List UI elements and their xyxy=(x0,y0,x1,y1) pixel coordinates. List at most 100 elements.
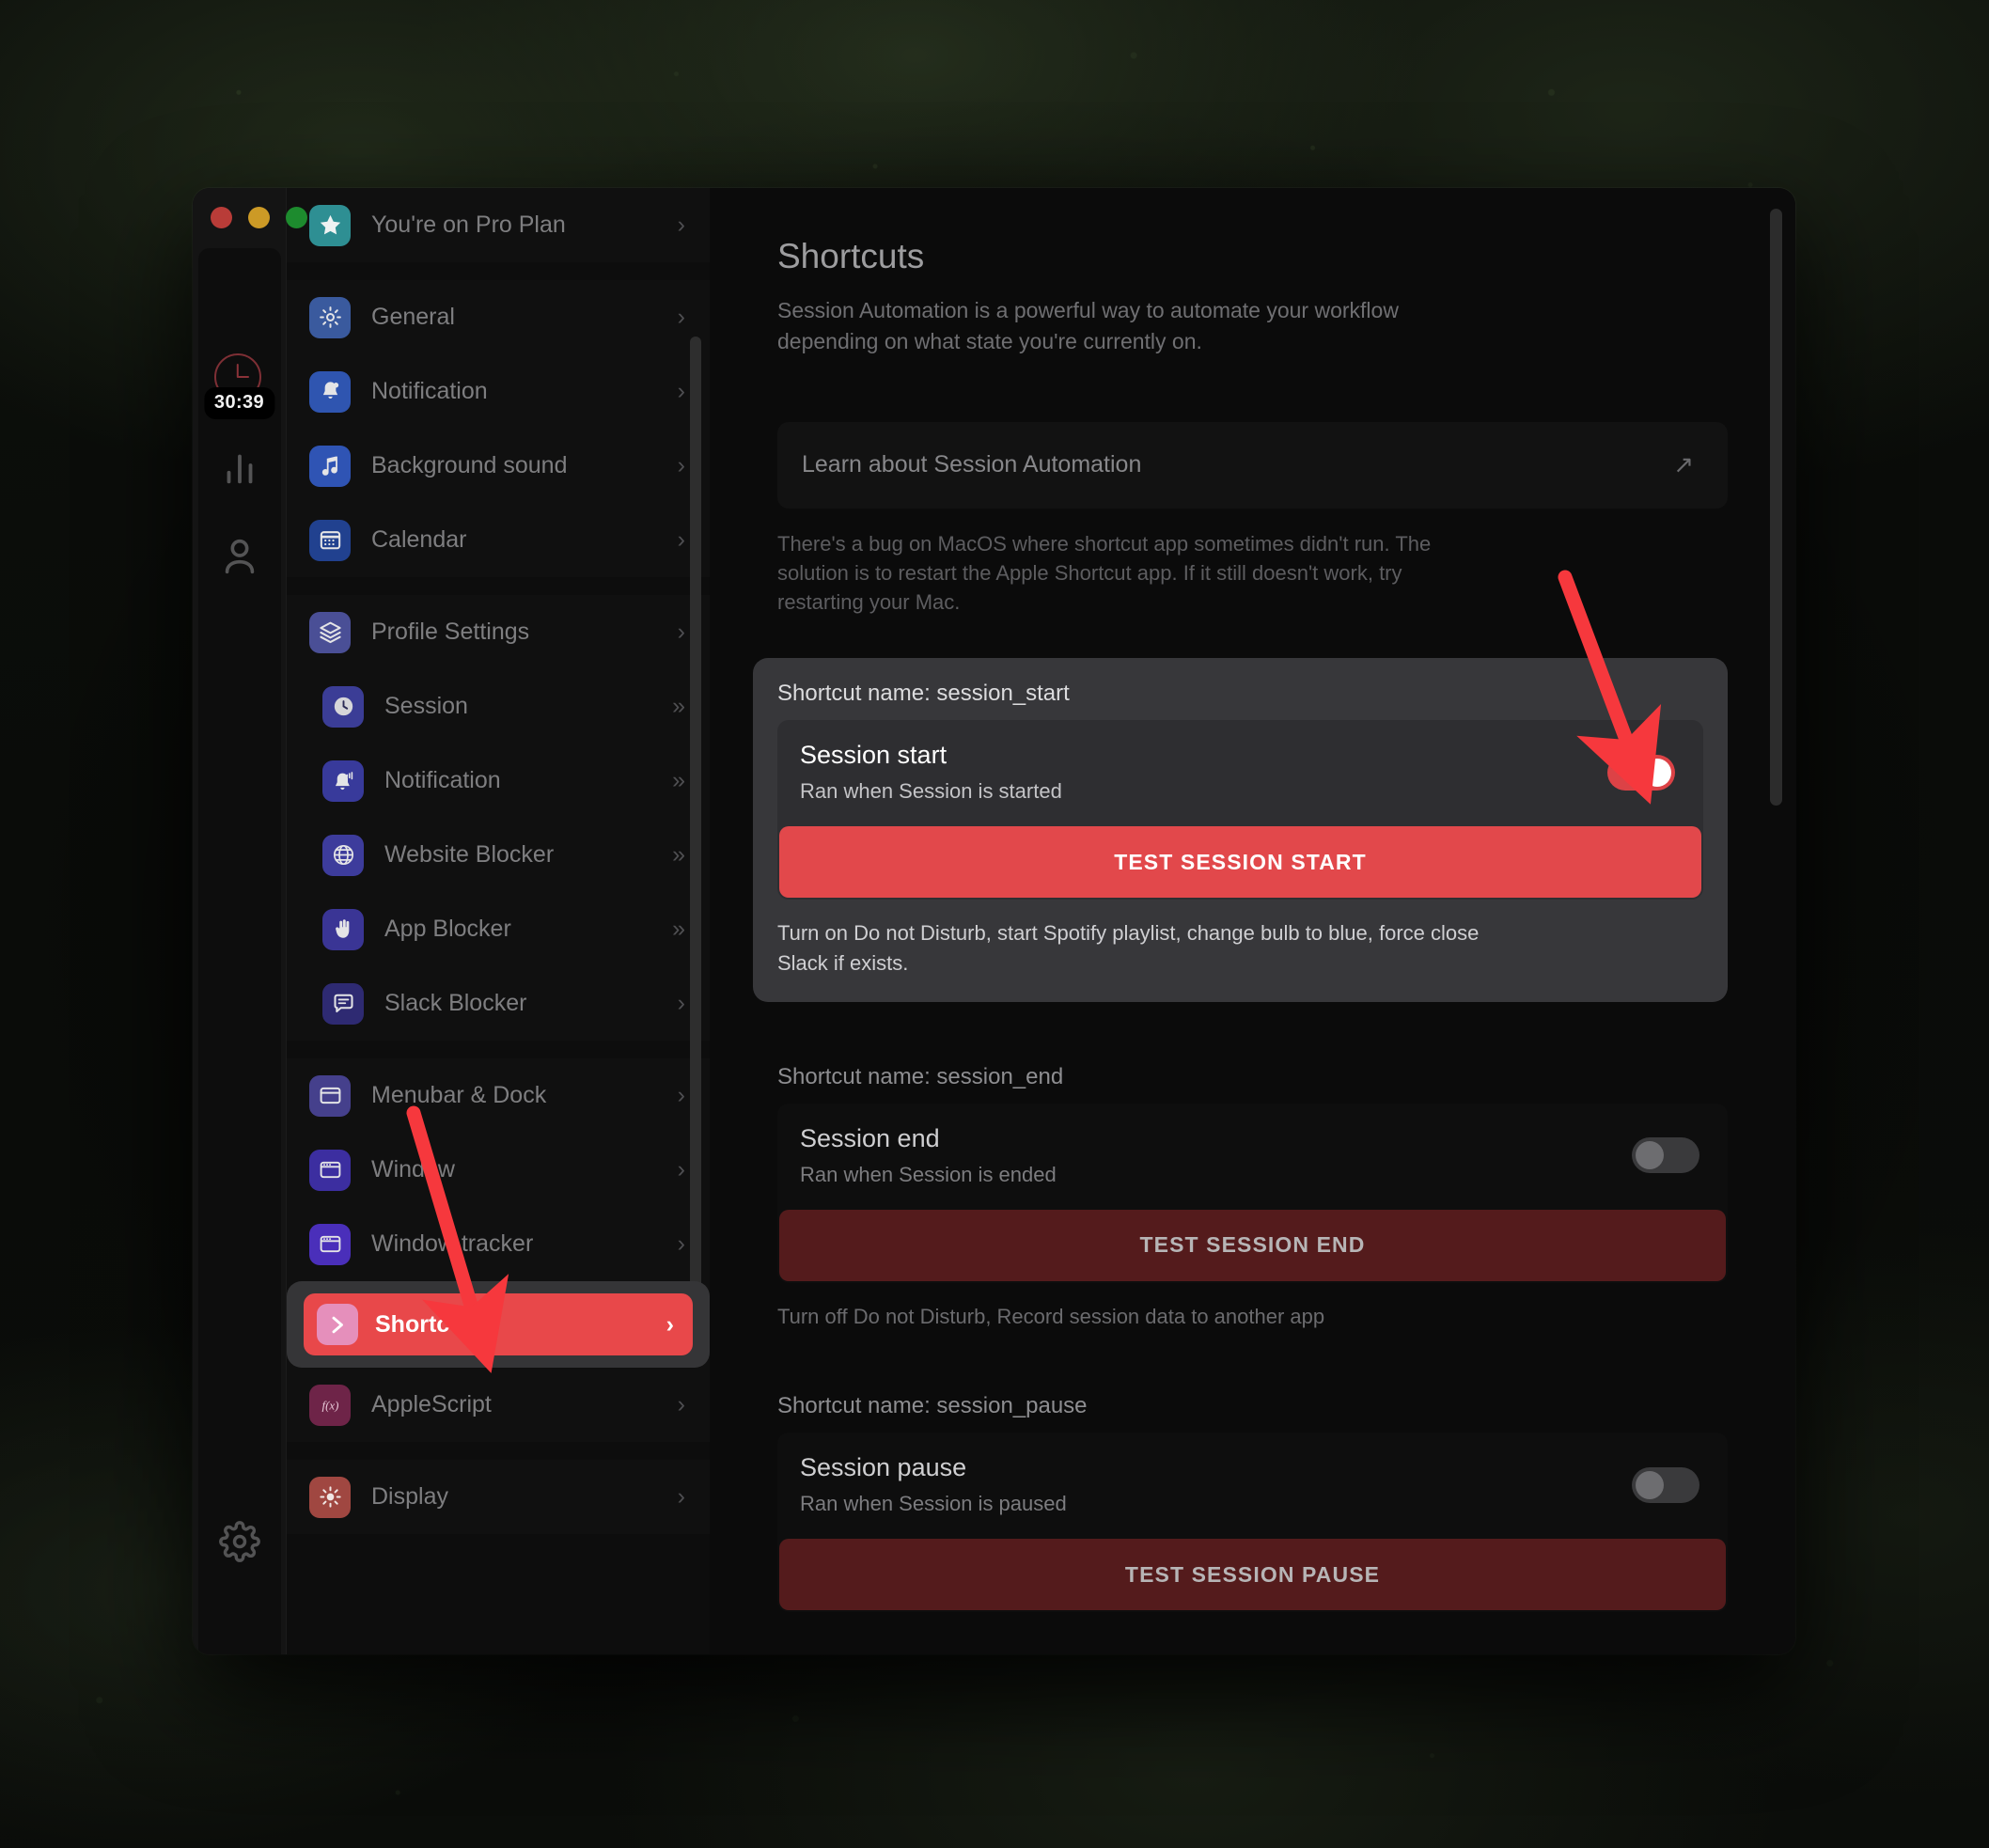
hand-stop-icon xyxy=(322,909,364,950)
sidebar-item-notification[interactable]: Notification» xyxy=(287,744,710,818)
chevron-right-icon: › xyxy=(678,1232,685,1256)
learn-card-label: Learn about Session Automation xyxy=(802,451,1141,478)
sidebar-item-label: Menubar & Dock xyxy=(371,1082,678,1109)
learn-about-session-automation-link[interactable]: Learn about Session Automation ↗ xyxy=(777,422,1728,509)
gear-settings-icon[interactable] xyxy=(219,1521,260,1562)
shortcut-title: Session end xyxy=(800,1124,1057,1153)
star-icon xyxy=(309,205,351,246)
brightness-sun-icon xyxy=(309,1477,351,1518)
shortcut-text-group: Session start Ran when Session is started xyxy=(800,741,1062,804)
sidebar-item-label: Window xyxy=(371,1156,678,1183)
sidebar-group-separator xyxy=(287,1444,710,1460)
sidebar-item-session[interactable]: Session» xyxy=(287,669,710,744)
settings-sidebar[interactable]: You're on Pro Plan›General›Notification›… xyxy=(287,188,710,1654)
sidebar-item-label: Background sound xyxy=(371,452,678,479)
sidebar-item-label: Calendar xyxy=(371,526,678,554)
shortcut-card: Session start Ran when Session is started… xyxy=(777,720,1703,900)
chevron-right-icon: » xyxy=(672,917,685,941)
sidebar-item-label: General xyxy=(371,304,678,331)
shortcut-card-row: Session start Ran when Session is started xyxy=(777,720,1703,826)
content-scrollbar[interactable] xyxy=(1770,209,1782,806)
close-window-button[interactable] xyxy=(211,207,232,228)
test-button-session-pause[interactable]: TEST SESSION PAUSE xyxy=(779,1539,1726,1610)
clock-timer-icon[interactable]: 30:39 xyxy=(214,353,265,404)
external-link-arrow-icon: ↗ xyxy=(1673,450,1694,479)
layers-icon xyxy=(309,612,351,653)
sidebar-item-shortcuts[interactable]: Shortcuts› xyxy=(304,1293,693,1355)
sidebar-item-general[interactable]: General› xyxy=(287,280,710,354)
chevron-right-icon: › xyxy=(678,305,685,329)
icon-rail: 30:39 xyxy=(193,188,287,1654)
sidebar-item-applescript[interactable]: f(x)AppleScript› xyxy=(287,1368,710,1442)
sidebar-item-menubar-dock[interactable]: Menubar & Dock› xyxy=(287,1058,710,1133)
stats-bar-chart-icon[interactable] xyxy=(218,446,261,489)
sidebar-scrollbar[interactable] xyxy=(690,337,701,1295)
main-content: Shortcuts Session Automation is a powerf… xyxy=(710,188,1795,1654)
music-note-icon xyxy=(309,446,351,487)
sidebar-group: You're on Pro Plan› xyxy=(287,188,710,262)
shortcut-name-label: Shortcut name: session_start xyxy=(777,681,1703,707)
sidebar-item-label: Website Blocker xyxy=(384,841,672,869)
sidebar-item-website-blocker[interactable]: Website Blocker» xyxy=(287,818,710,892)
shortcut-footnote: Turn on Do not Disturb, start Spotify pl… xyxy=(777,918,1520,977)
chevron-right-icon: › xyxy=(678,213,685,237)
shortcut-block-list: Shortcut name: session_start Session star… xyxy=(777,658,1728,1612)
window-icon xyxy=(309,1150,351,1191)
minimize-window-button[interactable] xyxy=(248,207,270,228)
sidebar-item-background-sound[interactable]: Background sound› xyxy=(287,429,710,503)
toggle-knob xyxy=(1643,759,1671,787)
chevron-right-icon xyxy=(317,1304,358,1345)
shortcut-enable-toggle-session-pause[interactable] xyxy=(1632,1467,1699,1503)
sidebar-group: General›Notification›Background sound›Ca… xyxy=(287,280,710,577)
sidebar-item-window[interactable]: Window› xyxy=(287,1133,710,1207)
chevron-right-icon: › xyxy=(678,992,685,1015)
zoom-window-button[interactable] xyxy=(286,207,307,228)
chevron-right-icon: › xyxy=(678,1158,685,1182)
shortcut-block-session-start: Shortcut name: session_start Session star… xyxy=(753,658,1728,1001)
sidebar-item-label: Slack Blocker xyxy=(384,990,678,1017)
test-button-session-start[interactable]: TEST SESSION START xyxy=(779,826,1701,898)
function-fx-icon: f(x) xyxy=(309,1385,351,1426)
page-description: Session Automation is a powerful way to … xyxy=(777,295,1435,358)
shortcut-card: Session pauseRan when Session is pausedT… xyxy=(777,1433,1728,1612)
shortcut-title: Session start xyxy=(800,741,1062,770)
sidebar-item-label: Shortcuts xyxy=(375,1311,666,1339)
sidebar-item-label: Notification xyxy=(384,767,672,794)
sidebar-item-display[interactable]: Display› xyxy=(287,1460,710,1534)
shortcut-card: Session endRan when Session is endedTEST… xyxy=(777,1104,1728,1283)
shortcut-footnote: Turn off Do not Disturb, Record session … xyxy=(777,1302,1520,1331)
shortcut-name-label: Shortcut name: session_end xyxy=(777,1064,1728,1090)
sidebar-item-app-blocker[interactable]: App Blocker» xyxy=(287,892,710,966)
shortcut-enable-toggle-session-start[interactable] xyxy=(1607,755,1675,791)
sidebar-item-you-re-on-pro-plan[interactable]: You're on Pro Plan› xyxy=(287,188,710,262)
sidebar-item-label: Notification xyxy=(371,378,678,405)
shortcut-card-row: Session endRan when Session is ended xyxy=(777,1104,1728,1210)
sidebar-item-calendar[interactable]: Calendar› xyxy=(287,503,710,577)
shortcut-subtitle: Ran when Session is paused xyxy=(800,1492,1067,1516)
chevron-right-icon: » xyxy=(672,843,685,867)
chevron-right-icon: › xyxy=(678,380,685,403)
person-profile-icon[interactable] xyxy=(218,534,261,577)
sidebar-item-notification[interactable]: Notification› xyxy=(287,354,710,429)
test-button-session-end[interactable]: TEST SESSION END xyxy=(779,1210,1726,1281)
gear-icon xyxy=(309,297,351,338)
sidebar-group: Profile Settings›Session»Notification»We… xyxy=(287,595,710,1041)
sidebar-item-slack-blocker[interactable]: Slack Blocker› xyxy=(287,966,710,1041)
page-title: Shortcuts xyxy=(777,237,1728,276)
sidebar-item-label: Session xyxy=(384,693,672,720)
sidebar-item-label: Profile Settings xyxy=(371,619,678,646)
sidebar-group-separator xyxy=(287,579,710,595)
sidebar-item-profile-settings[interactable]: Profile Settings› xyxy=(287,595,710,669)
globe-icon xyxy=(322,835,364,876)
sidebar-item-window-tracker[interactable]: Window tracker› xyxy=(287,1207,710,1281)
window-bar-icon xyxy=(309,1075,351,1117)
clock-icon xyxy=(322,686,364,728)
chevron-right-icon: › xyxy=(678,1393,685,1417)
chevron-right-icon: » xyxy=(672,769,685,792)
bell-icon xyxy=(309,371,351,413)
shortcut-subtitle: Ran when Session is started xyxy=(800,779,1062,804)
shortcut-card-row: Session pauseRan when Session is paused xyxy=(777,1433,1728,1539)
chat-bubble-icon xyxy=(322,983,364,1025)
shortcut-enable-toggle-session-end[interactable] xyxy=(1632,1137,1699,1173)
sidebar-item-label: App Blocker xyxy=(384,916,672,943)
